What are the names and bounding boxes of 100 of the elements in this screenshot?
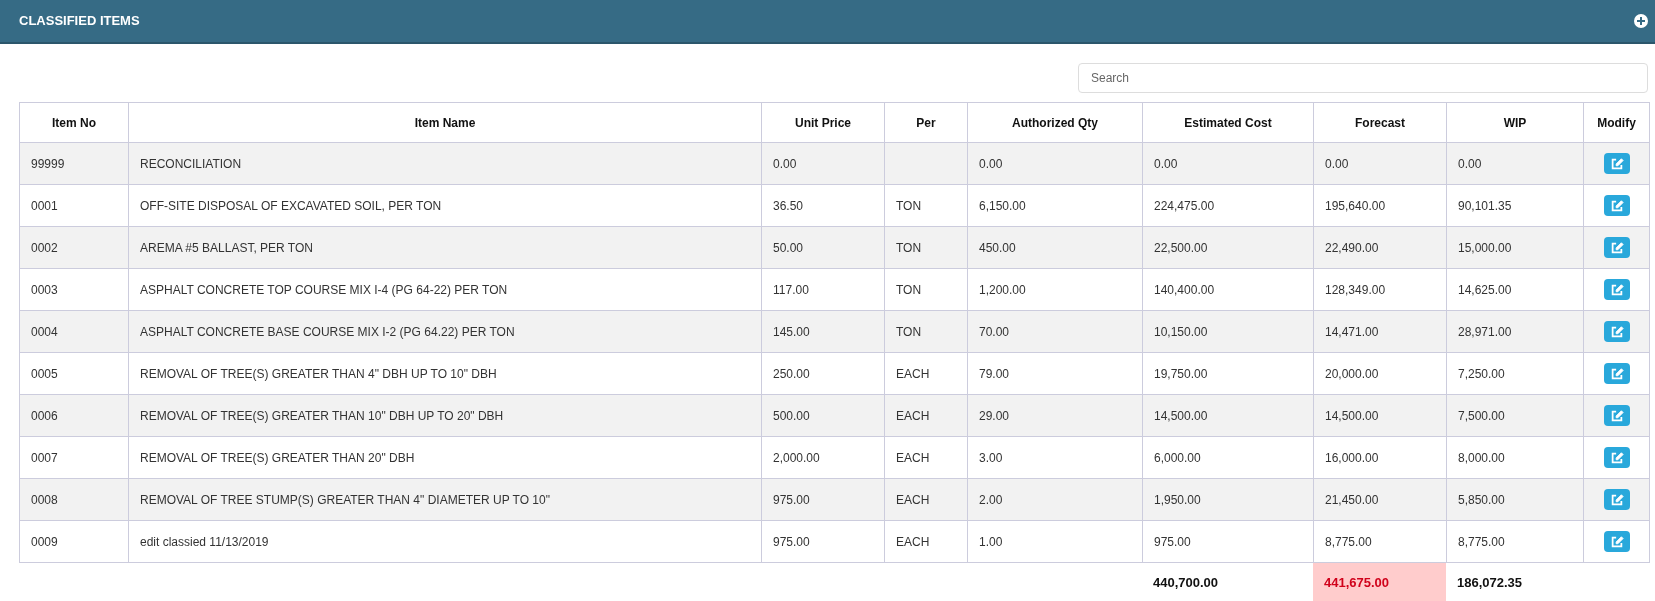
- column-header: Authorized Qty: [967, 103, 1142, 142]
- table-cell-text: 22,500.00: [1154, 239, 1208, 257]
- table-cell-text: 0.00: [1458, 155, 1482, 173]
- table-cell-text: 6,150.00: [979, 197, 1026, 215]
- table-cell-text: 128,349.00: [1325, 281, 1386, 299]
- edit-icon: [1609, 450, 1624, 465]
- table-cell-text: 0006: [31, 407, 58, 425]
- table-cell-text: REMOVAL OF TREE(S) GREATER THAN 20" DBH: [140, 449, 415, 467]
- table-cell-text: TON: [896, 323, 922, 341]
- column-header: Item No: [51, 114, 97, 132]
- table-cell-text: 1,950.00: [1154, 491, 1201, 509]
- edit-button[interactable]: [1603, 321, 1630, 342]
- table-cell-text: 0005: [31, 365, 58, 383]
- table-cell-text: 0.00: [1325, 155, 1349, 173]
- table-cell-text: 500.00: [773, 407, 810, 425]
- table-cell-text: 14,625.00: [1458, 281, 1512, 299]
- table-cell-text: 975.00: [1154, 533, 1191, 551]
- search-field[interactable]: Search: [1078, 63, 1648, 93]
- table-cell-text: 20,000.00: [1325, 365, 1379, 383]
- table-cell-text: 36.50: [773, 197, 804, 215]
- table-cell-text: 14,471.00: [1325, 323, 1379, 341]
- edit-button[interactable]: [1603, 489, 1630, 510]
- edit-button[interactable]: [1603, 279, 1630, 300]
- table-cell-text: 0009: [31, 533, 58, 551]
- plus-icon: [1636, 16, 1646, 26]
- edit-button[interactable]: [1603, 405, 1630, 426]
- table-cell-text: 1.00: [979, 533, 1003, 551]
- column-header: Unit Price: [761, 103, 884, 142]
- column-header: WIP: [1446, 103, 1583, 142]
- table-cell-text: 975.00: [773, 491, 810, 509]
- edit-icon: [1609, 198, 1624, 213]
- table-cell-text: 450.00: [979, 239, 1016, 257]
- table-cell-text: EACH: [896, 407, 930, 425]
- table-cell-text: 8,775.00: [1325, 533, 1372, 551]
- table-cell-text: 70.00: [979, 323, 1010, 341]
- table-cell-text: 0.00: [773, 155, 797, 173]
- table-cell-text: 14,500.00: [1325, 407, 1379, 425]
- table-cell-text: EACH: [896, 533, 930, 551]
- table-cell-text: 99999: [31, 155, 65, 173]
- table-cell-text: 21,450.00: [1325, 491, 1379, 509]
- table-cell-text: 8,000.00: [1458, 449, 1505, 467]
- table-cell-text: 7,250.00: [1458, 365, 1505, 383]
- table-cell-text: 29.00: [979, 407, 1010, 425]
- table-cell-text: REMOVAL OF TREE(S) GREATER THAN 10" DBH UP TO 20" DBH: [140, 407, 504, 425]
- total-estimated-cost: 440,700.00: [1153, 573, 1219, 592]
- table-cell-text: 14,500.00: [1154, 407, 1208, 425]
- table-cell-text: 16,000.00: [1325, 449, 1379, 467]
- edit-icon: [1609, 282, 1624, 297]
- panel-title: CLASSIFIED ITEMS: [19, 12, 140, 31]
- edit-icon: [1609, 240, 1624, 255]
- edit-icon: [1609, 366, 1624, 381]
- table-cell-text: ASPHALT CONCRETE BASE COURSE MIX I-2 (PG 64.22) PER TON: [140, 323, 515, 341]
- table-cell-text: 145.00: [773, 323, 810, 341]
- edit-icon: [1609, 534, 1624, 549]
- expand-button[interactable]: [1634, 14, 1648, 28]
- table-cell-text: 15,000.00: [1458, 239, 1512, 257]
- column-header: Estimated Cost: [1142, 103, 1313, 142]
- table-cell-text: 8,775.00: [1458, 533, 1505, 551]
- table-cell-text: 3.00: [979, 449, 1003, 467]
- table-cell-text: 117.00: [773, 281, 809, 299]
- table-cell-text: EACH: [896, 449, 930, 467]
- table-cell-text: 0.00: [979, 155, 1003, 173]
- total-forecast-cell: 441,675.00: [1313, 563, 1446, 601]
- table-cell-text: 90,101.35: [1458, 197, 1512, 215]
- table-cell-text: AREMA #5 BALLAST, PER TON: [140, 239, 313, 257]
- table-cell-text: 5,850.00: [1458, 491, 1505, 509]
- table-cell-text: REMOVAL OF TREE(S) GREATER THAN 4" DBH UP TO 10" DBH: [140, 365, 497, 383]
- edit-button[interactable]: [1603, 237, 1630, 258]
- edit-icon: [1609, 408, 1624, 423]
- edit-button[interactable]: [1603, 195, 1630, 216]
- table-cell-text: 0002: [31, 239, 58, 257]
- column-header: Modify: [1583, 103, 1649, 142]
- table-cell-text: TON: [896, 239, 922, 257]
- table-cell-text: 0004: [31, 323, 58, 341]
- table-cell-text: 6,000.00: [1154, 449, 1201, 467]
- edit-button[interactable]: [1603, 447, 1630, 468]
- table-cell-text: 50.00: [773, 239, 804, 257]
- edit-icon: [1609, 324, 1624, 339]
- table-cell-text: 2,000.00: [773, 449, 820, 467]
- table-cell-text: 22,490.00: [1325, 239, 1379, 257]
- table-cell-text: 975.00: [773, 533, 810, 551]
- total-wip: 186,072.35: [1457, 573, 1523, 592]
- table-cell-text: 250.00: [773, 365, 810, 383]
- table-cell-text: REMOVAL OF TREE STUMP(S) GREATER THAN 4" DIAMETER UP TO 10": [140, 491, 550, 509]
- column-header: Forecast: [1313, 103, 1446, 142]
- edit-button[interactable]: [1603, 363, 1630, 384]
- table-cell-text: 0001: [31, 197, 58, 215]
- table-cell-text: 79.00: [979, 365, 1010, 383]
- table-cell-text: 0.00: [1154, 155, 1178, 173]
- table-cell-text: EACH: [896, 365, 930, 383]
- edit-button[interactable]: [1603, 153, 1630, 174]
- edit-icon: [1609, 492, 1624, 507]
- table-cell-text: edit classied 11/13/2019: [140, 533, 269, 551]
- edit-button[interactable]: [1603, 531, 1630, 552]
- table-cell-text: 195,640.00: [1325, 197, 1386, 215]
- table-cell-text: 1,200.00: [979, 281, 1026, 299]
- table-cell-text: EACH: [896, 491, 930, 509]
- table-cell-text: TON: [896, 197, 922, 215]
- table-cell-text: 7,500.00: [1458, 407, 1505, 425]
- table-cell-text: 19,750.00: [1154, 365, 1208, 383]
